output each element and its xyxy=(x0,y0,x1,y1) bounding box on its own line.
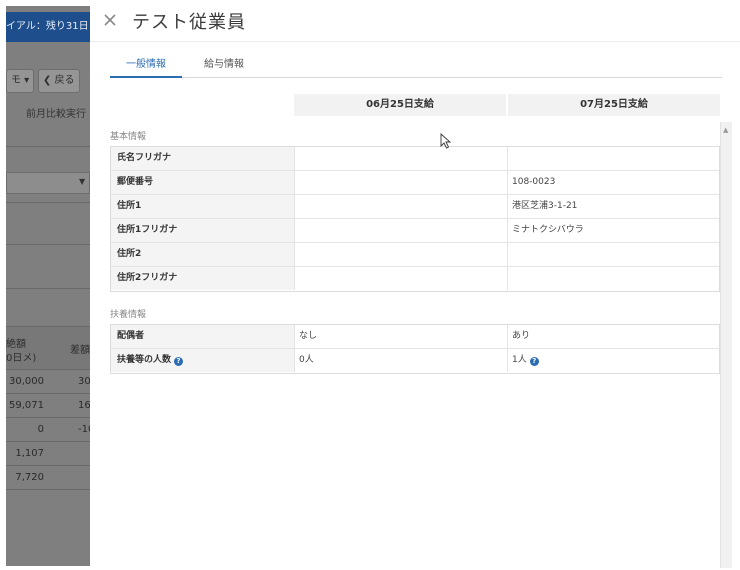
section-label-dependents: 扶養情報 xyxy=(110,310,147,320)
row-label: 住所1フリガナ xyxy=(111,219,295,242)
column-header-july: 07月25日支給 xyxy=(508,94,720,116)
panel-header: テスト従業員 xyxy=(90,0,740,42)
row-value-june xyxy=(295,267,508,290)
row-value-june xyxy=(295,243,508,266)
table-row: 住所1 港区芝浦3-1-21 xyxy=(111,195,719,219)
tab-general-info[interactable]: 一般情報 xyxy=(110,56,182,78)
row-value-june xyxy=(295,147,508,170)
memo-button[interactable]: モ ▾ xyxy=(6,69,35,93)
help-icon[interactable]: ? xyxy=(529,357,539,366)
table-header-amount: 絶額 xyxy=(6,339,26,350)
table-row: 住所2 xyxy=(111,243,719,267)
table-row: 住所1フリガナ ミナトクシバウラ xyxy=(111,219,719,243)
row-label: 扶養等の人数? xyxy=(111,349,295,372)
table-row: 0 -10 xyxy=(6,418,90,442)
divider xyxy=(6,244,90,245)
chevron-down-icon: ▼ xyxy=(79,177,86,186)
background-select[interactable]: ▼ xyxy=(6,172,90,194)
row-value-june: 0人 xyxy=(295,349,508,372)
table-row: 郵便番号 108-0023 xyxy=(111,171,719,195)
row-value-july: あり xyxy=(512,331,531,341)
page-title: テスト従業員 xyxy=(132,12,246,33)
background-table-header: 絶額 0日メ) 差額 xyxy=(6,326,90,370)
tab-bar: 一般情報 給与情報 xyxy=(110,56,722,78)
table-row: 1,107 xyxy=(6,442,90,466)
row-value-july: 港区芝浦3-1-21 xyxy=(512,201,578,211)
table-header-amount-sub: 0日メ) xyxy=(6,353,37,364)
basic-info-table: 氏名フリガナ 郵便番号 108-0023 住所1 港区芝浦3-1-21 住所1フ… xyxy=(110,146,720,292)
table-header-diff: 差額 xyxy=(70,345,90,356)
table-row: 30,000 30 xyxy=(6,370,90,394)
row-value-june xyxy=(295,219,508,242)
divider xyxy=(6,202,90,203)
trial-banner: イアル：残り31日 xyxy=(6,12,90,42)
scroll-up-icon[interactable]: ▲ xyxy=(723,126,728,134)
section-label-basic: 基本情報 xyxy=(110,132,147,142)
row-value-june: なし xyxy=(295,325,508,348)
row-label: 氏名フリガナ xyxy=(111,147,295,170)
row-value-july xyxy=(508,147,719,170)
row-label: 住所1 xyxy=(111,195,295,218)
row-label: 住所2フリガナ xyxy=(111,267,295,290)
row-value-july: 108-0023 xyxy=(512,177,556,187)
compare-button[interactable]: 前月比較実行 xyxy=(6,102,90,128)
background-page: イアル：残り31日 モ ▾ ❮ 戻る 前月比較実行 ▼ 絶額 0日メ) 差額 3… xyxy=(6,6,90,566)
table-row: 住所2フリガナ xyxy=(111,267,719,291)
scrollbar[interactable]: ▲ xyxy=(720,122,732,568)
divider xyxy=(6,288,90,289)
row-value-july xyxy=(508,243,719,266)
row-label: 配偶者 xyxy=(111,325,295,348)
row-value-june xyxy=(295,171,508,194)
column-header-june: 06月25日支給 xyxy=(294,94,506,116)
table-row: 氏名フリガナ xyxy=(111,147,719,171)
row-value-july: 1人? xyxy=(508,349,719,372)
mouse-pointer-icon xyxy=(440,133,452,149)
dependents-table: 配偶者 なし あり 扶養等の人数? 0人 1人? xyxy=(110,324,720,374)
table-row: 7,720 xyxy=(6,466,90,490)
tab-salary-info[interactable]: 給与情報 xyxy=(196,56,252,78)
table-row: 扶養等の人数? 0人 1人? xyxy=(111,349,719,373)
close-icon[interactable] xyxy=(102,12,118,28)
table-row: 配偶者 なし あり xyxy=(111,325,719,349)
row-value-june xyxy=(295,195,508,218)
employee-detail-panel: テスト従業員 一般情報 給与情報 06月25日支給 07月25日支給 基本情報 … xyxy=(90,0,740,570)
divider xyxy=(6,146,90,147)
table-row: 59,071 16 xyxy=(6,394,90,418)
row-label: 郵便番号 xyxy=(111,171,295,194)
help-icon[interactable]: ? xyxy=(174,357,184,366)
row-value-july: ミナトクシバウラ xyxy=(512,225,584,235)
back-button[interactable]: ❮ 戻る xyxy=(38,69,80,93)
row-value-july xyxy=(508,267,719,290)
row-label: 住所2 xyxy=(111,243,295,266)
